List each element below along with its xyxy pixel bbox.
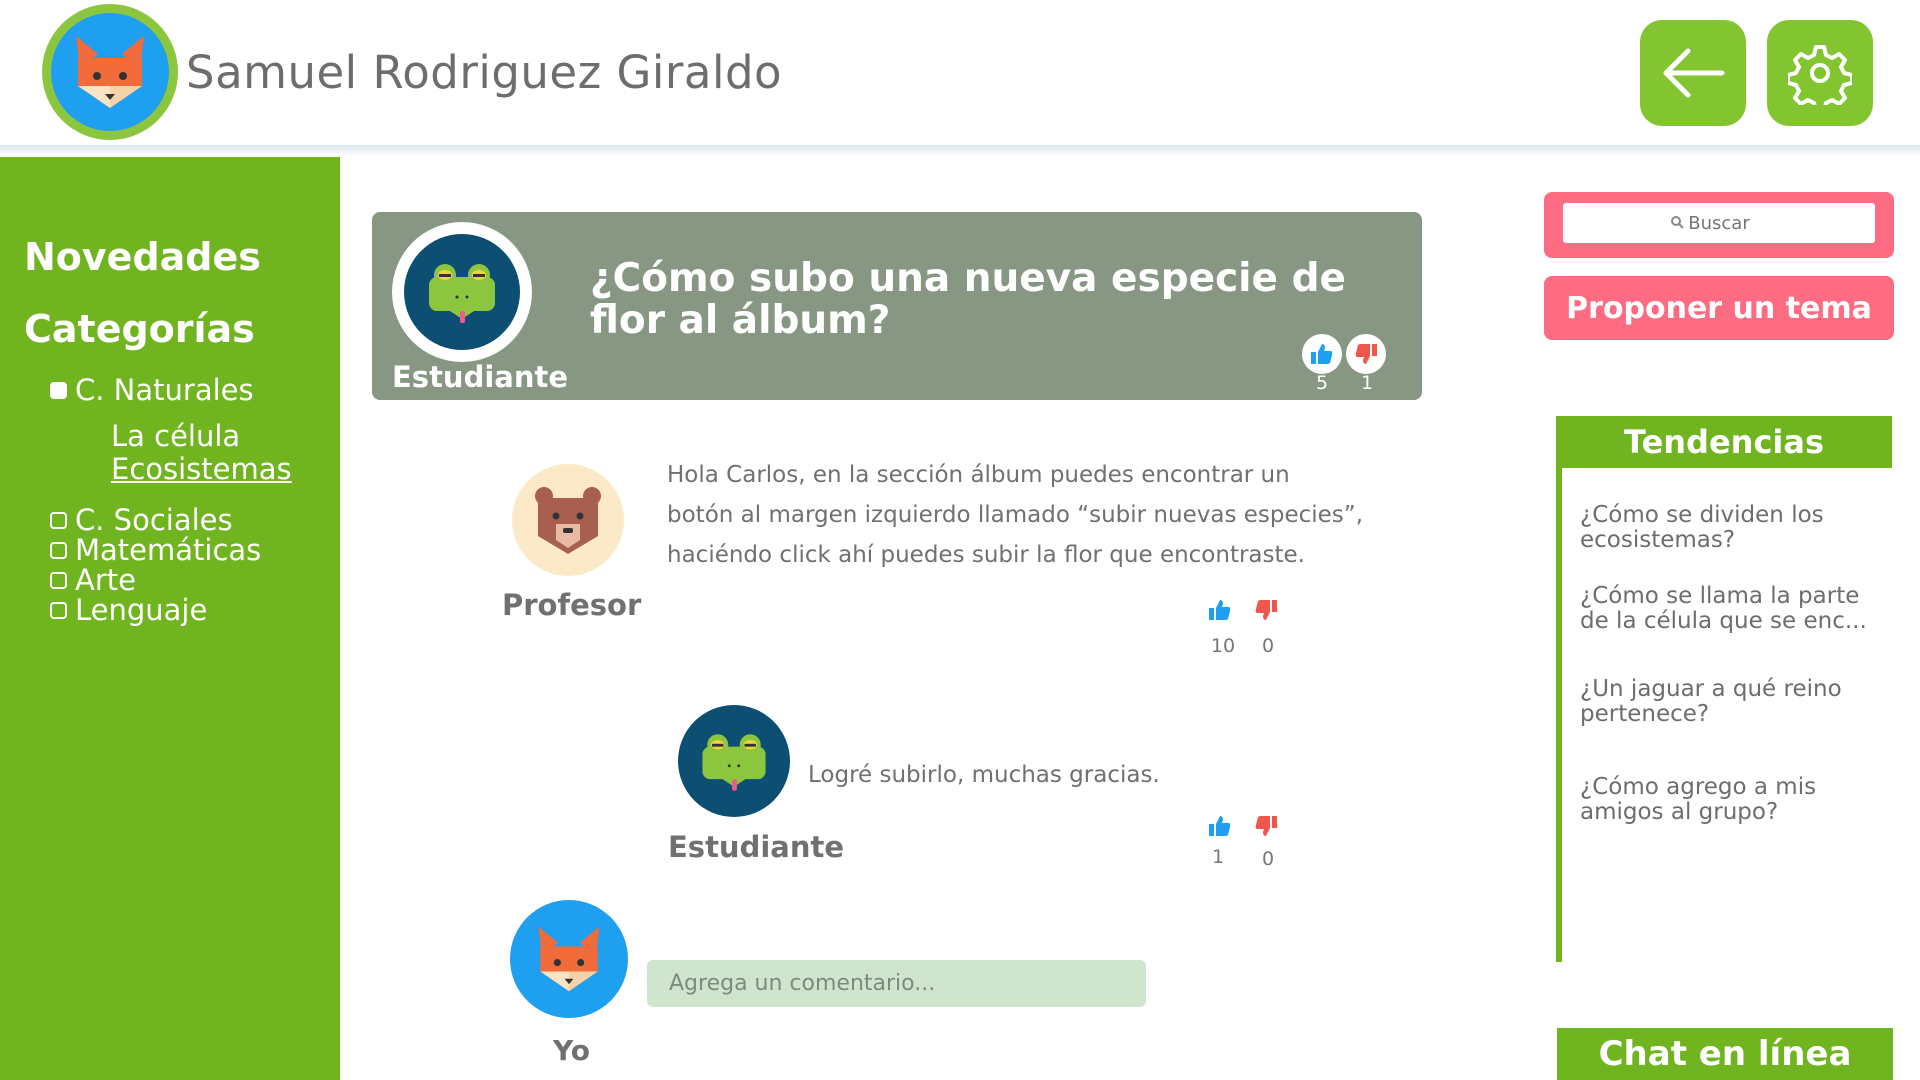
fox-avatar-icon [510, 900, 628, 1018]
category-arte[interactable]: Arte [50, 563, 136, 597]
search-input[interactable] [1563, 203, 1875, 243]
fox-avatar-icon [51, 13, 169, 131]
like-button[interactable] [1302, 334, 1342, 374]
checkbox[interactable] [50, 571, 67, 589]
dislike-count: 0 [1261, 848, 1275, 870]
frog-avatar-icon [678, 705, 790, 817]
category-c-naturales[interactable]: C. Naturales [50, 373, 254, 407]
category-label: C. Sociales [75, 503, 233, 537]
checkbox[interactable] [50, 601, 67, 619]
reply-author-role: Profesor [502, 588, 642, 622]
reply-text-line: Hola Carlos, en la sección álbum puedes … [667, 462, 1290, 488]
settings-button[interactable] [1767, 20, 1873, 126]
category-matematicas[interactable]: Matemáticas [50, 533, 261, 567]
like-button[interactable] [1200, 590, 1240, 630]
like-count: 10 [1210, 635, 1236, 657]
subtopic-ecosistemas[interactable]: Ecosistemas [111, 452, 292, 486]
category-label: Arte [75, 563, 136, 597]
question-title: ¿Cómo subo una nueva especie de flor al … [590, 256, 1346, 343]
category-lenguaje[interactable]: Lenguaje [50, 593, 207, 627]
category-c-sociales[interactable]: C. Sociales [50, 503, 233, 537]
comment-input[interactable] [647, 960, 1146, 1007]
trend-item[interactable]: ¿Cómo se dividen los ecosistemas? [1580, 503, 1890, 553]
propose-topic-button[interactable]: Proponer un tema [1544, 276, 1894, 340]
question-author-role: Estudiante [392, 360, 569, 394]
like-button[interactable] [1200, 806, 1240, 846]
back-button[interactable] [1640, 20, 1746, 126]
like-count: 1 [1211, 846, 1225, 868]
trends-title: Tendencias [1556, 416, 1892, 468]
checkbox[interactable] [50, 511, 67, 529]
subtopic-la-celula[interactable]: La célula [111, 419, 240, 453]
user-avatar[interactable] [42, 4, 178, 140]
dislike-button[interactable] [1246, 590, 1286, 630]
nav-novedades[interactable]: Novedades [24, 235, 261, 279]
dislike-count: 1 [1360, 372, 1374, 394]
thumbs-down-icon [1255, 600, 1277, 620]
dislike-count: 0 [1261, 635, 1275, 657]
online-chat-header[interactable]: Chat en línea [1557, 1028, 1893, 1080]
dislike-button[interactable] [1346, 334, 1386, 374]
reply-author-role: Estudiante [668, 830, 845, 864]
header-divider [0, 145, 1920, 157]
checkbox[interactable] [50, 541, 67, 559]
dislike-button[interactable] [1246, 806, 1286, 846]
trend-item[interactable]: ¿Cómo agrego a mis amigos al grupo? [1580, 775, 1890, 825]
reply-text-line: haciéndo click ahí puedes subir la flor … [667, 542, 1305, 568]
thumbs-down-icon [1255, 816, 1277, 836]
nav-categorias[interactable]: Categorías [24, 307, 255, 351]
arrow-left-icon [1663, 48, 1725, 98]
user-name: Samuel Rodriguez Giraldo [186, 46, 783, 99]
category-label: C. Naturales [75, 373, 254, 407]
reply-text-line: botón al margen izquierdo llamado “subir… [667, 502, 1364, 528]
like-count: 5 [1315, 372, 1329, 394]
checkbox-checked[interactable] [50, 381, 67, 399]
search-icon [1670, 214, 1684, 233]
bear-avatar-icon [512, 464, 624, 576]
trends-border [1556, 416, 1562, 962]
composer-author-role: Yo [553, 1034, 590, 1067]
trend-item[interactable]: ¿Un jaguar a qué reino pertenece? [1580, 677, 1890, 727]
trend-item[interactable]: ¿Cómo se llama la parte de la célula que… [1580, 584, 1890, 634]
sidebar: Novedades Categorías C. Naturales La cél… [0, 157, 340, 1080]
frog-avatar-icon [404, 234, 520, 350]
category-label: Lenguaje [75, 593, 208, 627]
category-label: Matemáticas [75, 533, 262, 567]
thumbs-up-icon [1311, 344, 1333, 364]
gear-icon [1788, 45, 1852, 105]
thumbs-up-icon [1209, 600, 1231, 620]
question-avatar [392, 222, 532, 362]
thumbs-down-icon [1355, 344, 1377, 364]
thumbs-up-icon [1209, 816, 1231, 836]
reply-text: Logré subirlo, muchas gracias. [808, 762, 1160, 788]
